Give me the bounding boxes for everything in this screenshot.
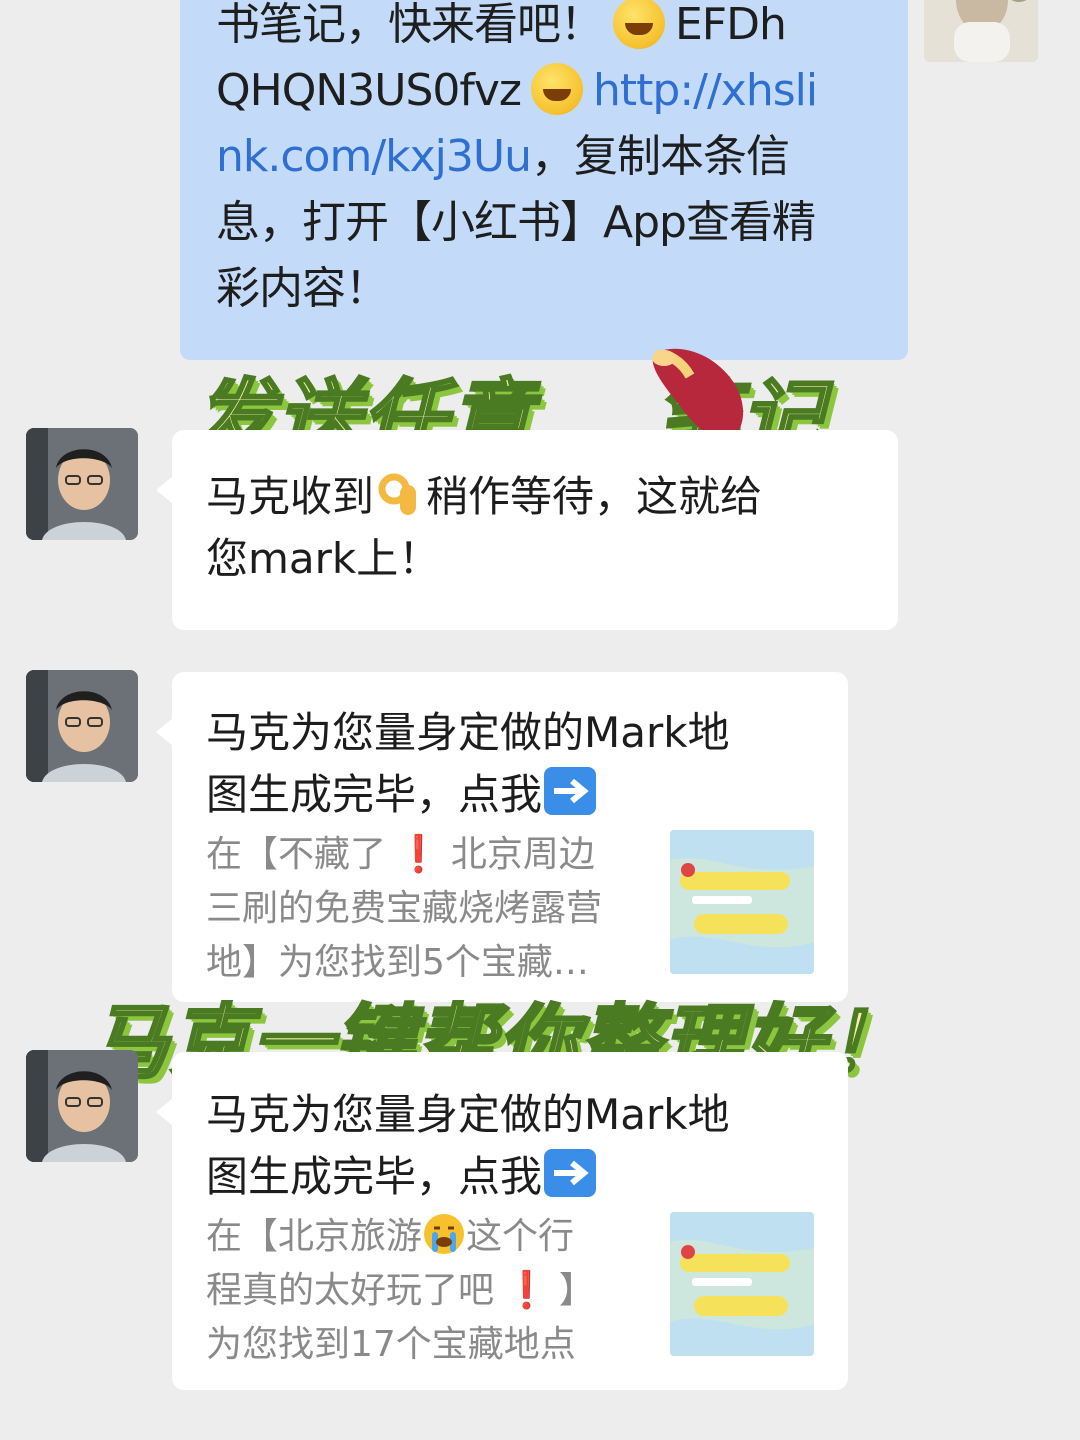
message-line: 书笔记，快来看吧！: [216, 0, 604, 50]
share-code-part: EFDh: [675, 0, 787, 50]
map-card-2[interactable]: 马克为您量身定做的Mark地 图生成完毕，点我 在【北京旅游 这个行 程真的太好玩…: [156, 1052, 848, 1390]
exclamation-emoji: ❗: [396, 834, 441, 875]
exclamation-emoji: ❗: [504, 1270, 549, 1311]
assistant-avatar[interactable]: [26, 670, 138, 782]
assistant-avatar[interactable]: [26, 428, 138, 540]
assistant-avatar[interactable]: [26, 1050, 138, 1162]
share-code-part: QHQN3US0fvz: [216, 65, 522, 116]
message-line: ，复制本条信: [530, 131, 790, 182]
message-line: 息，打开【小红书】App查看精: [216, 197, 816, 248]
reply-bubble[interactable]: 马克收到 稍作等待，这就给 您mark上！: [156, 430, 898, 630]
share-link[interactable]: http://xhsli: [593, 65, 818, 116]
card-title: 马克为您量身定做的Mark地 图生成完毕，点我: [206, 1090, 730, 1201]
message-line: 彩内容！: [216, 263, 389, 314]
user-message-bubble[interactable]: 书笔记，快来看吧！ EFDh QHQN3US0fvz http://xhsli nk…: [180, 0, 908, 360]
user-message-text: 书笔记，快来看吧！ EFDh QHQN3US0fvz http://xhsli nk…: [216, 0, 876, 322]
card-description: 在【不藏了 ❗ 北京周边 三刷的免费宝藏烧烤露营 地】为您找到5个宝藏…: [206, 834, 603, 983]
card-description: 在【北京旅游 这个行 程真的太好玩了吧 ❗】 为您找到17个宝藏地点: [206, 1210, 646, 1372]
right-arrow-emoji: [544, 767, 597, 815]
crying-emoji: [424, 1214, 465, 1254]
reply-text: 马克收到 稍作等待，这就给 您mark上！: [206, 466, 762, 590]
user-avatar[interactable]: [924, 0, 1038, 62]
share-link[interactable]: nk.com/kxj3Uu: [216, 131, 532, 182]
card-title: 马克为您量身定做的Mark地 图生成完毕，点我: [206, 708, 730, 819]
grinning-squint-emoji: [613, 0, 665, 49]
grinning-squint-emoji: [531, 63, 584, 115]
ok-hand-emoji: [378, 473, 417, 515]
map-thumbnail[interactable]: [670, 830, 814, 974]
right-arrow-emoji: [544, 1149, 597, 1197]
map-thumbnail[interactable]: [670, 1212, 814, 1356]
map-card-1[interactable]: 马克为您量身定做的Mark地 图生成完毕，点我 在【不藏了 ❗ 北京周边 三刷的免费…: [156, 672, 848, 1002]
